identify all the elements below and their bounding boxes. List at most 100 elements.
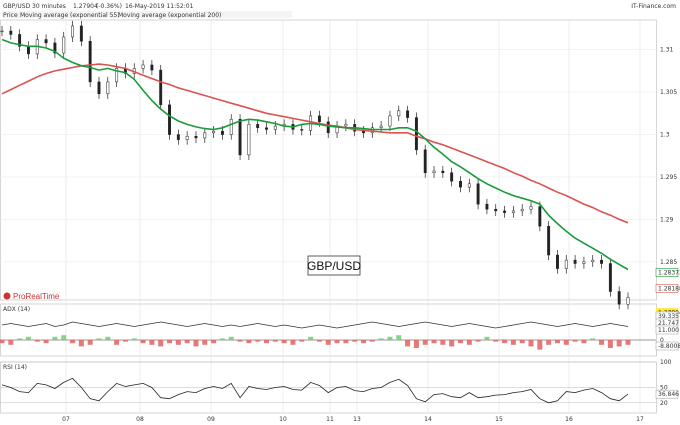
adx-marker-label: 11.000 bbox=[658, 327, 679, 334]
price-candle bbox=[459, 180, 462, 188]
legend-ma-green: Moving average (exponential 55) bbox=[20, 12, 120, 19]
adx-hist-bar bbox=[546, 340, 552, 345]
price-candle bbox=[9, 30, 13, 35]
timeframe-label: 30 minutes bbox=[32, 3, 66, 10]
instrument-label: GBP/USD bbox=[3, 3, 31, 10]
adx-hist-bar bbox=[334, 340, 340, 344]
price-candle bbox=[520, 208, 524, 212]
adx-hist-bar bbox=[290, 340, 296, 345]
price-candle bbox=[300, 129, 304, 131]
price-candle bbox=[441, 170, 445, 173]
price-candle bbox=[626, 297, 630, 305]
adx-hist-bar bbox=[299, 340, 305, 342]
adx-hist-bar bbox=[369, 340, 375, 342]
price-marker-label: 1.28188 bbox=[658, 285, 680, 292]
price-candle bbox=[432, 170, 436, 173]
adx-hist-bar bbox=[246, 340, 252, 344]
adx-hist-bar bbox=[193, 340, 199, 347]
price-candle bbox=[44, 39, 48, 44]
adx-hist-bar bbox=[572, 340, 578, 342]
x-tick-label: 10 bbox=[279, 416, 287, 423]
adx-hist-bar bbox=[70, 340, 76, 344]
price-candle bbox=[370, 127, 374, 134]
adx-hist-bar bbox=[378, 338, 384, 340]
rsi-label: RSI (14) bbox=[3, 364, 27, 371]
adx-hist-bar bbox=[449, 340, 455, 347]
price-candle bbox=[476, 183, 480, 205]
adx-hist-bar bbox=[581, 340, 587, 344]
price-candle bbox=[62, 36, 66, 54]
adx-hist-bar bbox=[599, 340, 605, 345]
adx-hist-bar bbox=[308, 336, 314, 340]
price-candle bbox=[617, 291, 621, 305]
adx-hist-bar bbox=[87, 340, 93, 345]
adx-hist-bar bbox=[202, 340, 208, 345]
price-candle bbox=[238, 119, 242, 156]
price-candle bbox=[185, 135, 189, 140]
price-candle bbox=[256, 124, 260, 129]
price-candle bbox=[529, 206, 533, 210]
adx-hist-bar bbox=[96, 338, 102, 340]
adx-hist-bar bbox=[396, 335, 402, 340]
pair-watermark: GBP/USD bbox=[307, 255, 361, 276]
price-candle bbox=[423, 149, 427, 173]
adx-label: ADX (14) bbox=[3, 306, 30, 313]
price-candle bbox=[503, 210, 507, 213]
adx-hist-bar bbox=[52, 336, 58, 340]
adx-hist-bar bbox=[219, 338, 225, 340]
adx-hist-bar bbox=[228, 336, 234, 340]
price-candle bbox=[229, 119, 233, 135]
x-tick-label: 16 bbox=[565, 416, 573, 423]
price-candle bbox=[97, 81, 101, 95]
price-candle bbox=[194, 135, 198, 139]
adx-hist-bar bbox=[510, 340, 516, 345]
adx-hist-bar bbox=[272, 340, 278, 342]
y-tick-label: 1.29 bbox=[660, 216, 674, 223]
adx-hist-bar bbox=[105, 336, 111, 340]
price-candle bbox=[212, 130, 216, 134]
adx-hist-bar bbox=[61, 335, 67, 340]
adx-hist-bar bbox=[493, 340, 499, 342]
logo-icon bbox=[3, 292, 11, 300]
adx-hist-bar bbox=[264, 340, 270, 344]
price-candle bbox=[414, 117, 418, 151]
adx-hist-bar bbox=[607, 340, 613, 348]
price-candle bbox=[511, 210, 515, 213]
legend-ma-red: Moving average (exponential 200) bbox=[118, 12, 221, 19]
price-candle bbox=[406, 110, 410, 118]
adx-hist-bar bbox=[625, 340, 631, 345]
change-label: (-0.36%) bbox=[96, 3, 122, 10]
adx-hist-bar bbox=[590, 338, 596, 340]
price-candle bbox=[88, 40, 92, 83]
price-candle bbox=[397, 110, 401, 117]
adx-hist-bar bbox=[422, 340, 428, 345]
adx-hist-bar bbox=[387, 336, 393, 340]
adx-hist-bar bbox=[352, 340, 358, 342]
price-candle bbox=[379, 125, 383, 129]
price-candle bbox=[600, 259, 603, 264]
adx-hist-bar bbox=[484, 336, 490, 340]
last-price-label: 1.27904 bbox=[73, 3, 98, 10]
adx-hist-bar bbox=[8, 340, 14, 345]
adx-hist-bar bbox=[457, 340, 463, 344]
brand-label: IT-Finance.com bbox=[631, 3, 676, 10]
y-tick-label: 1.305 bbox=[660, 89, 677, 96]
price-candle bbox=[485, 203, 489, 210]
price-candle bbox=[106, 81, 110, 95]
adx-hist-bar bbox=[475, 340, 481, 342]
adx-hist-bar bbox=[184, 340, 190, 344]
datetime-label: 16-May-2019 11:52:01 bbox=[125, 3, 194, 10]
price-candle bbox=[220, 130, 224, 135]
adx-hist-bar bbox=[616, 340, 622, 347]
price-candle bbox=[273, 125, 277, 130]
chart-canvas: GBP/USD 30 minutes 1.27904 (-0.36%) 16-M… bbox=[0, 0, 680, 425]
price-marker-label: 1.28373 bbox=[658, 270, 680, 277]
adx-hist-bar bbox=[167, 340, 173, 344]
price-candle bbox=[494, 208, 498, 212]
x-tick-label: 17 bbox=[636, 416, 644, 423]
y-tick-label: 1.285 bbox=[660, 259, 677, 266]
price-candle bbox=[564, 259, 568, 269]
adx-hist-bar bbox=[114, 340, 120, 345]
adx-hist-bar bbox=[316, 340, 322, 342]
price-candle bbox=[362, 130, 365, 134]
